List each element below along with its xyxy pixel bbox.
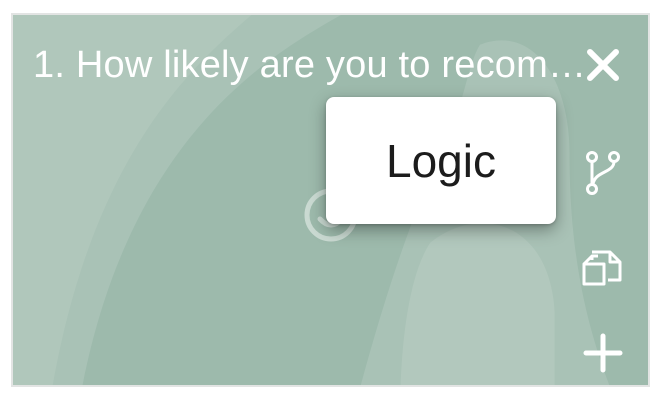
duplicate-icon [582, 250, 622, 286]
question-card[interactable]: 1. How likely are you to recom… Logic [11, 13, 650, 387]
close-icon [587, 49, 619, 81]
close-button[interactable] [579, 41, 627, 89]
tooltip-text: Logic [386, 134, 496, 187]
plus-icon [583, 333, 623, 373]
logic-button[interactable] [579, 149, 627, 197]
add-button[interactable] [579, 329, 627, 377]
duplicate-button[interactable] [579, 243, 627, 291]
branch-icon [586, 151, 620, 195]
question-title[interactable]: 1. How likely are you to recom… [33, 41, 588, 89]
logic-tooltip: Logic [326, 97, 556, 224]
